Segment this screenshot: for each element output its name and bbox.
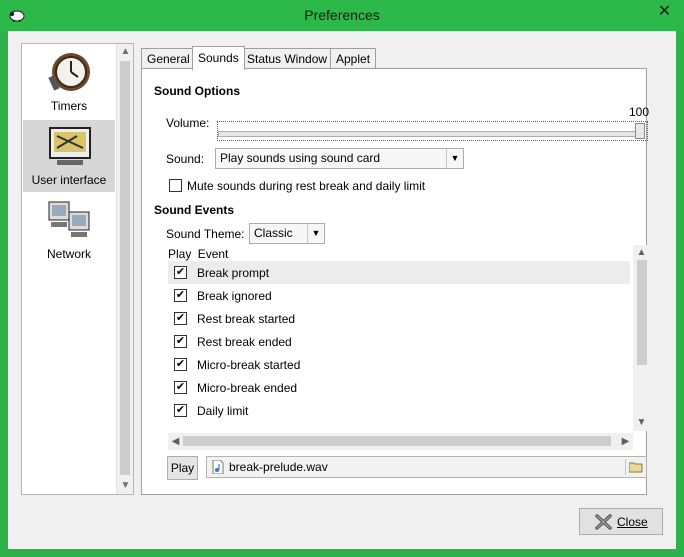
close-button-label: Close: [617, 515, 648, 529]
list-item[interactable]: Micro-break started: [168, 353, 630, 376]
scroll-thumb[interactable]: [120, 61, 130, 475]
scroll-up-icon[interactable]: ▲: [633, 245, 650, 261]
window-close-button[interactable]: ✕: [645, 0, 684, 21]
sound-events-heading: Sound Events: [154, 203, 235, 217]
scroll-thumb[interactable]: [637, 260, 647, 365]
sidebar-item-label: Network: [46, 247, 91, 261]
play-button[interactable]: Play: [167, 456, 198, 480]
divider: [625, 459, 626, 475]
event-name: Rest break started: [197, 312, 296, 326]
network-computers-icon: [48, 201, 90, 237]
list-item[interactable]: Daily limit: [168, 399, 630, 422]
sidebar-item-label: User interface: [31, 173, 107, 187]
sidebar-item-label: Timers: [50, 99, 88, 113]
play-checkbox[interactable]: [174, 289, 187, 302]
sound-label: Sound:: [166, 152, 205, 166]
sound-options-heading: Sound Options: [154, 84, 240, 98]
mute-label: Mute sounds during rest break and daily …: [187, 179, 426, 193]
event-name: Break ignored: [197, 289, 272, 303]
audio-file-icon: [212, 460, 224, 474]
column-header-play[interactable]: Play: [168, 247, 191, 261]
list-item[interactable]: Rest break started: [168, 307, 630, 330]
sidebar-scrollbar[interactable]: ▲ ▼: [116, 44, 133, 494]
close-button[interactable]: Close: [579, 508, 663, 535]
user-interface-icon: [49, 127, 91, 165]
close-icon: [595, 514, 612, 530]
mute-checkbox[interactable]: [169, 179, 182, 192]
chevron-down-icon: ▼: [307, 224, 324, 243]
play-checkbox[interactable]: [174, 312, 187, 325]
event-name: Daily limit: [197, 404, 249, 418]
sound-mode-select[interactable]: Play sounds using sound card ▼: [215, 148, 464, 169]
volume-label: Volume:: [166, 116, 210, 130]
event-name: Micro-break started: [197, 358, 301, 372]
chevron-down-icon: ▼: [446, 149, 463, 168]
event-name: Rest break ended: [197, 335, 292, 349]
sound-file-name: break-prelude.wav: [229, 460, 328, 474]
dialog-body: Timers User interface Network ▲ ▼ Genera…: [8, 31, 676, 549]
sidebar-item-user-interface[interactable]: User interface: [23, 120, 115, 192]
category-sidebar: Timers User interface Network ▲ ▼: [21, 43, 134, 495]
scroll-right-icon[interactable]: ▶: [618, 433, 633, 450]
window-title: Preferences: [304, 7, 380, 23]
volume-value: 100: [629, 105, 650, 119]
list-item[interactable]: Break ignored: [168, 284, 630, 307]
scroll-down-icon[interactable]: ▼: [117, 478, 134, 494]
sounds-panel: Sound Options Volume: 100 Sound: Play so…: [141, 68, 650, 495]
tab-general[interactable]: General: [141, 48, 196, 69]
tab-sounds[interactable]: Sounds: [192, 46, 245, 70]
tab-applet[interactable]: Applet: [330, 48, 377, 69]
sound-events-list: Play Event Break prompt Break ignored Re…: [168, 245, 650, 431]
list-vertical-scrollbar[interactable]: ▲ ▼: [633, 245, 650, 431]
scroll-up-icon[interactable]: ▲: [117, 44, 134, 60]
list-item[interactable]: Rest break ended: [168, 330, 630, 353]
sound-theme-value: Classic: [254, 226, 293, 240]
play-checkbox[interactable]: [174, 335, 187, 348]
sound-mode-value: Play sounds using sound card: [220, 151, 381, 165]
volume-slider-thumb[interactable]: [635, 123, 645, 139]
list-item[interactable]: Micro-break ended: [168, 376, 630, 399]
close-icon: ✕: [657, 2, 672, 20]
sound-file-chooser[interactable]: break-prelude.wav: [206, 456, 647, 478]
sound-theme-select[interactable]: Classic ▼: [249, 223, 325, 244]
clock-icon: [48, 53, 90, 91]
play-checkbox[interactable]: [174, 358, 187, 371]
folder-icon[interactable]: [629, 461, 643, 473]
tab-status-window[interactable]: Status Window: [241, 48, 334, 69]
list-item[interactable]: Break prompt: [168, 261, 630, 284]
scroll-left-icon[interactable]: ◀: [168, 433, 183, 450]
event-name: Micro-break ended: [197, 381, 298, 395]
volume-slider[interactable]: [218, 131, 641, 137]
list-horizontal-scrollbar[interactable]: ◀ ▶: [168, 433, 633, 450]
sidebar-item-network[interactable]: Network: [23, 194, 115, 266]
sidebar-item-timers[interactable]: Timers: [23, 46, 115, 118]
scroll-down-icon[interactable]: ▼: [633, 415, 650, 431]
play-checkbox[interactable]: [174, 381, 187, 394]
sound-theme-label: Sound Theme:: [166, 227, 245, 241]
title-bar: Preferences ✕: [0, 0, 684, 31]
list-header: Play Event: [168, 247, 228, 261]
column-header-event[interactable]: Event: [198, 247, 229, 261]
event-name: Break prompt: [197, 266, 270, 280]
play-checkbox[interactable]: [174, 404, 187, 417]
scroll-thumb[interactable]: [183, 436, 611, 446]
play-checkbox[interactable]: [174, 266, 187, 279]
